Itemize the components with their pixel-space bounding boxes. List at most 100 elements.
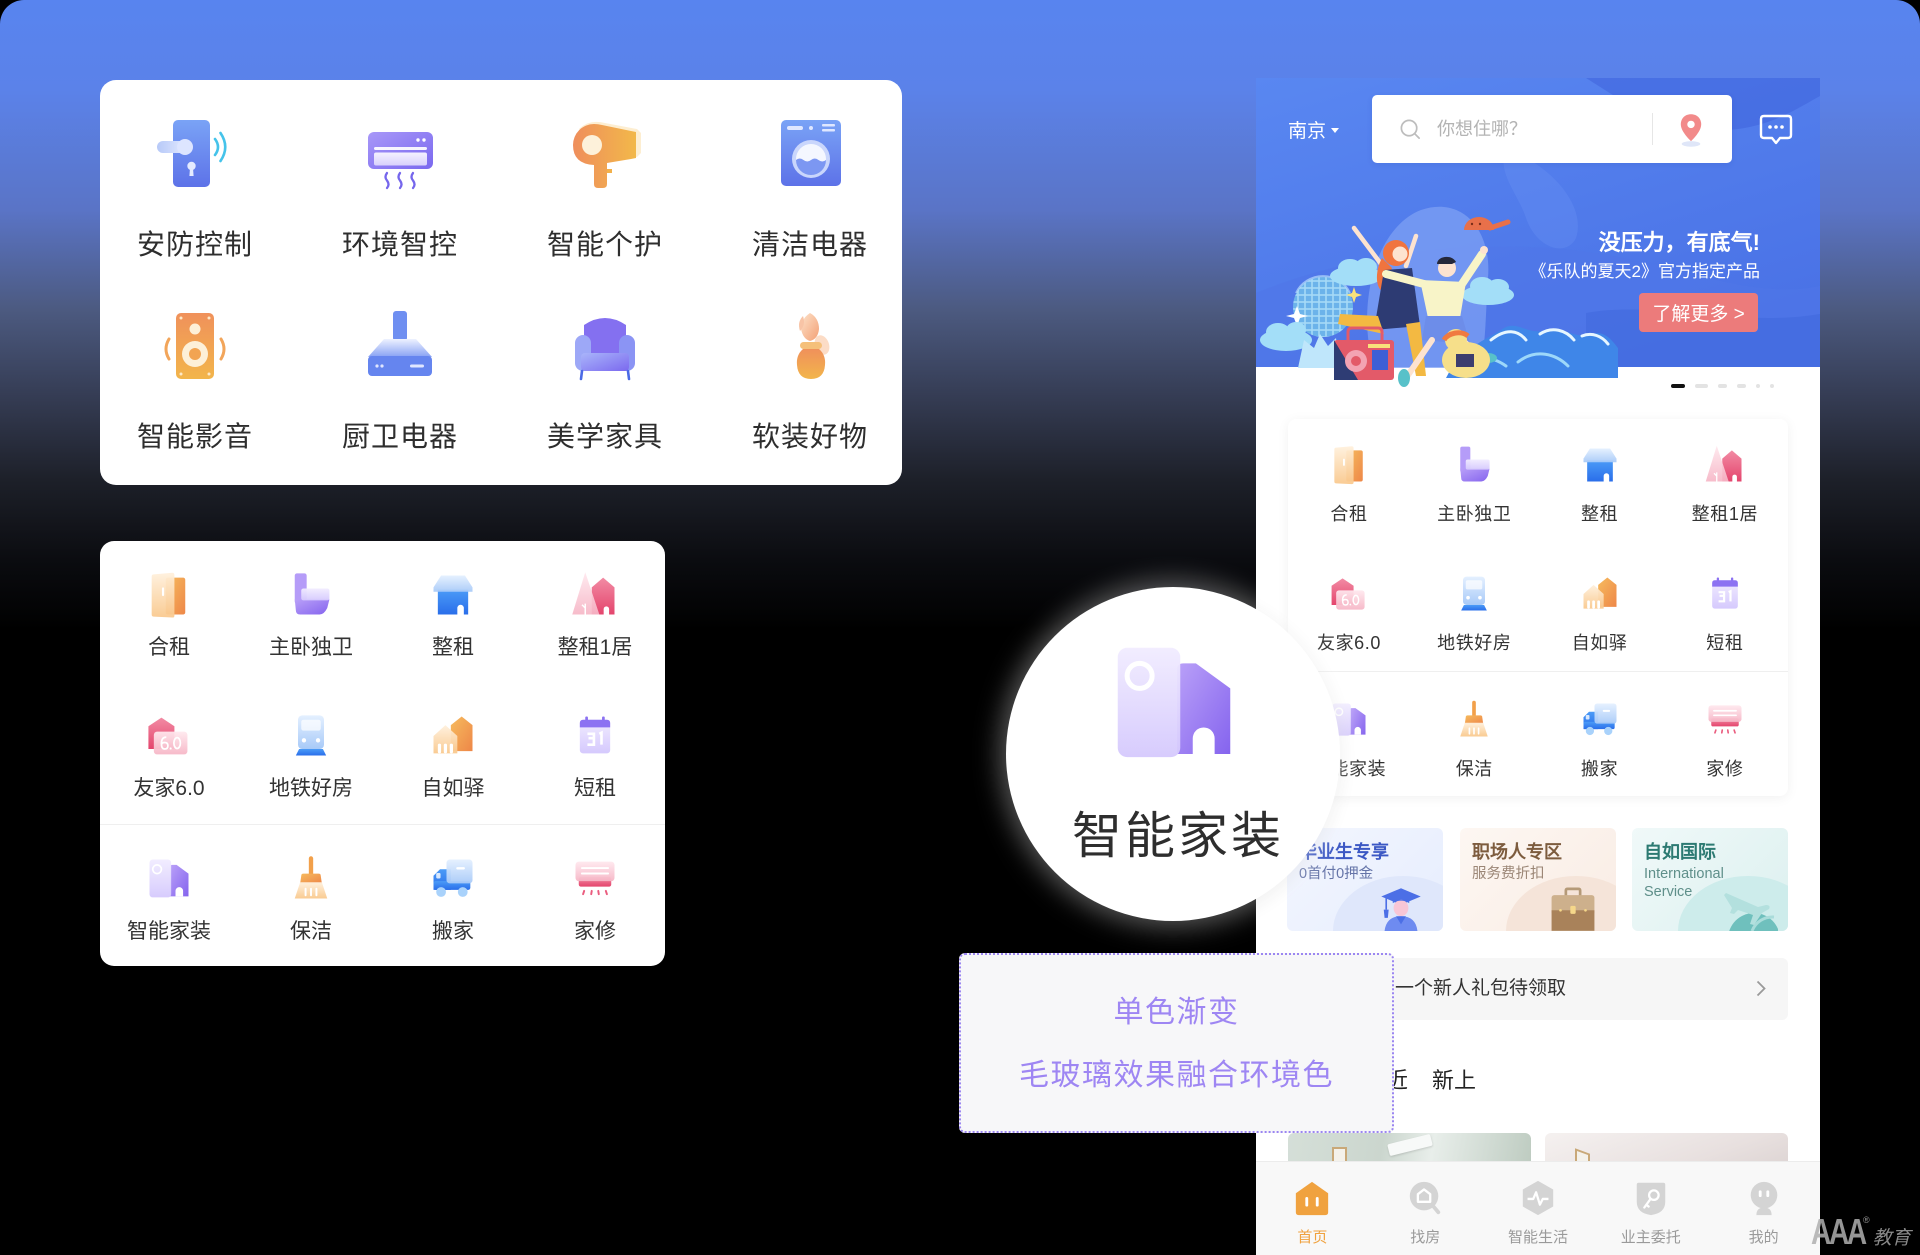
calendar-icon xyxy=(578,715,612,755)
learn-more-button[interactable]: 了解更多 > xyxy=(1639,293,1758,332)
service-item[interactable]: 友家6.0 xyxy=(99,710,239,803)
listing-tabs: 近 新上 xyxy=(1386,1067,1476,1095)
category-label: 合租 xyxy=(148,636,190,659)
category-label: 环境智控 xyxy=(341,229,458,260)
nav-label: 我的 xyxy=(1748,1229,1779,1246)
row-divider xyxy=(1288,671,1788,672)
category-item[interactable]: 智能影音 xyxy=(95,307,295,454)
category-label: 整租1居 xyxy=(557,636,633,659)
carousel-dot[interactable] xyxy=(1756,384,1760,388)
caret-down-icon xyxy=(1331,127,1340,133)
category-label: 整租 xyxy=(1580,504,1619,524)
service-item[interactable]: 保洁 xyxy=(241,853,381,946)
magnifier-callout: 智能家装 xyxy=(1006,587,1340,921)
watermark-brand: AAA xyxy=(1811,1211,1867,1252)
category-label: 短租 xyxy=(1706,633,1744,653)
nav-label: 首页 xyxy=(1297,1229,1328,1246)
service-item[interactable]: 家修 xyxy=(1662,698,1787,781)
service-item[interactable]: 合租 xyxy=(1287,443,1412,526)
category-label: 整租1居 xyxy=(1691,504,1759,524)
promo-title: 职场人专区 xyxy=(1472,842,1562,862)
category-label: 自如驿 xyxy=(421,777,485,800)
watermark-suffix: 教育 xyxy=(1872,1227,1911,1249)
city-name: 南京 xyxy=(1288,120,1327,142)
hero-banner[interactable]: 南京 没压力，有底气! 《乐队的夏天2》官方指定产品 了解更多 > xyxy=(1256,78,1820,388)
door-house-icon xyxy=(148,858,190,899)
category-label: 保洁 xyxy=(290,920,332,943)
category-label: 自如驿 xyxy=(1571,633,1628,653)
service-item[interactable]: 友家6.0 xyxy=(1287,572,1412,655)
service-item[interactable]: 整租 xyxy=(383,569,523,662)
message-icon xyxy=(1759,114,1793,145)
nav-item-profile[interactable]: 我的 xyxy=(1707,1162,1820,1255)
category-label: 友家6.0 xyxy=(133,777,205,800)
service-item[interactable]: 合租 xyxy=(99,569,239,662)
category-label: 合租 xyxy=(1330,504,1368,524)
category-item[interactable]: 智能个护 xyxy=(505,115,705,262)
category-item[interactable]: 清洁电器 xyxy=(710,115,910,262)
chevron-right-icon xyxy=(1756,980,1766,997)
service-item[interactable]: 主卧独卫 xyxy=(1412,443,1537,526)
magnified-label: 智能家装 xyxy=(1072,808,1284,864)
flower-vase-icon xyxy=(796,313,832,379)
row-divider xyxy=(100,824,665,825)
nav-item-home[interactable]: 首页 xyxy=(1256,1162,1369,1255)
service-item[interactable]: 家修 xyxy=(525,853,665,946)
house-badge-icon xyxy=(147,716,189,756)
subway-train-icon xyxy=(295,715,327,756)
service-grid-card: 合租 主卧独卫 整租 整租1居 友家6.0 地铁好房 自如驿 短租 智能家装 保洁 搬家 家修 xyxy=(1288,419,1788,796)
category-item[interactable]: 美学家具 xyxy=(505,307,705,454)
smart-lock-icon xyxy=(155,118,227,189)
service-item[interactable]: 整租 xyxy=(1537,443,1662,526)
carousel-dot[interactable] xyxy=(1770,384,1774,388)
promo-card-professional[interactable]: 职场人专区 服务费折扣 xyxy=(1460,828,1616,931)
carousel-dot[interactable] xyxy=(1718,384,1727,388)
globe-plane-icon xyxy=(1724,893,1778,931)
category-label: 厨卫电器 xyxy=(341,421,458,452)
house-icon xyxy=(1583,448,1617,482)
door-house-icon xyxy=(1099,629,1249,779)
promo-subtitle: 服务费折扣 xyxy=(1472,866,1545,882)
nav-item-owner-key[interactable]: 业主委托 xyxy=(1594,1162,1707,1255)
service-item[interactable]: 保洁 xyxy=(1412,698,1537,781)
owner-key-icon xyxy=(1635,1181,1667,1217)
search-bar[interactable] xyxy=(1372,95,1732,163)
tab-new-listings[interactable]: 新上 xyxy=(1432,1067,1476,1095)
category-item[interactable]: 软装好物 xyxy=(710,307,910,454)
service-item[interactable]: 自如驿 xyxy=(383,710,523,803)
house-tree-icon xyxy=(1704,445,1743,483)
service-item[interactable]: 地铁好房 xyxy=(1412,572,1537,655)
promo-title: 自如国际 xyxy=(1644,842,1716,862)
carousel-dot-active[interactable] xyxy=(1671,384,1685,388)
nav-item-smart-life[interactable]: 智能生活 xyxy=(1482,1162,1595,1255)
home-icon xyxy=(1296,1181,1329,1216)
search-input[interactable] xyxy=(1437,114,1637,144)
washing-machine-icon xyxy=(781,120,841,186)
service-item[interactable]: 整租1居 xyxy=(1662,443,1787,526)
carousel-dot[interactable] xyxy=(1737,384,1746,388)
service-item[interactable]: 整租1居 xyxy=(525,569,665,662)
service-item[interactable]: 智能家装 xyxy=(99,853,239,946)
category-item[interactable]: 厨卫电器 xyxy=(300,307,500,454)
carousel-dot[interactable] xyxy=(1695,384,1708,388)
service-item[interactable]: 地铁好房 xyxy=(241,710,381,803)
hair-dryer-icon xyxy=(573,121,641,188)
location-pin-icon[interactable] xyxy=(1678,112,1704,148)
service-item[interactable]: 自如驿 xyxy=(1537,572,1662,655)
moving-truck-icon xyxy=(1583,703,1617,736)
service-item[interactable]: 短租 xyxy=(1662,572,1787,655)
promo-card-international[interactable]: 自如国际 International Service xyxy=(1632,828,1788,931)
service-item[interactable]: 主卧独卫 xyxy=(241,569,381,662)
category-label: 智能影音 xyxy=(136,421,253,452)
service-item[interactable]: 搬家 xyxy=(383,853,523,946)
message-button[interactable] xyxy=(1759,114,1793,145)
nav-item-find-house[interactable]: 找房 xyxy=(1369,1162,1482,1255)
service-item[interactable]: 搬家 xyxy=(1537,698,1662,781)
category-item[interactable]: 环境智控 xyxy=(300,115,500,262)
city-selector[interactable]: 南京 xyxy=(1288,117,1340,142)
service-item[interactable]: 短租 xyxy=(525,710,665,803)
category-item[interactable]: 安防控制 xyxy=(95,115,295,262)
find-house-icon xyxy=(1408,1179,1441,1215)
category-label: 软装好物 xyxy=(751,421,868,452)
promo-subtitle: 0首付0押金 xyxy=(1299,866,1374,882)
